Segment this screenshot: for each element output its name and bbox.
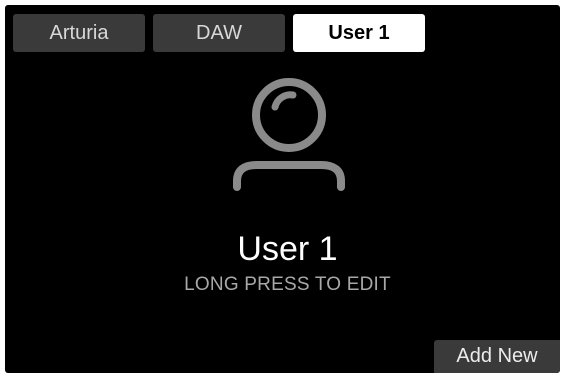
add-new-button[interactable]: Add New [434,340,560,373]
tab-user-1[interactable]: User 1 [293,14,425,52]
user-icon [233,78,345,191]
edit-hint: LONG PRESS TO EDIT [184,274,391,295]
tab-daw[interactable]: DAW [153,14,285,52]
tab-arturia[interactable]: Arturia [13,14,145,52]
profile-name: User 1 [237,230,338,268]
device-screen: Arturia DAW User 1 User 1 LONG PRESS TO … [5,5,560,373]
tab-bar: Arturia DAW User 1 [13,14,425,52]
